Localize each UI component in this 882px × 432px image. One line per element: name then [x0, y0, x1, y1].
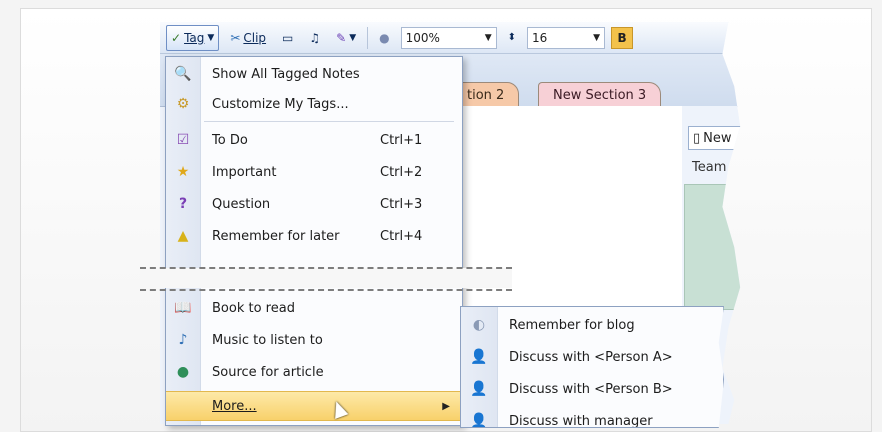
menu-item-label: Music to listen to	[212, 332, 323, 348]
pen-button[interactable]: ✎ ▼	[331, 25, 361, 51]
menu-item-source-for-article[interactable]: ● Source for article	[166, 357, 462, 387]
submenu-item-label: Remember for blog	[509, 317, 635, 333]
menu-item-label: Show All Tagged Notes	[212, 66, 360, 82]
zoom-step-button[interactable]: ⬍	[503, 25, 521, 51]
menu-item-label: More...	[212, 398, 257, 414]
submenu-item-label: Discuss with <Person A>	[509, 349, 673, 365]
tag-button-label: Tag	[184, 30, 205, 45]
clip-button-label: Clip	[243, 30, 267, 45]
zoom-step-icon: ⬍	[507, 32, 517, 43]
menu-item-question[interactable]: ? Question Ctrl+3	[166, 189, 462, 219]
toolbar-separator	[367, 26, 369, 49]
new-page-label: New	[703, 130, 732, 146]
menu-item-label: Source for article	[212, 364, 324, 380]
person-icon: 👤	[470, 413, 488, 428]
menu-item-label: Book to read	[212, 300, 295, 316]
menu-item-book-to-read[interactable]: 📖 Book to read	[166, 293, 462, 323]
menu-item-label: Remember for later	[212, 228, 340, 244]
submenu-item-label: Discuss with <Person B>	[509, 381, 673, 397]
menu-item-shortcut: Ctrl+4	[380, 228, 423, 244]
checkmark-icon: ✓	[171, 30, 182, 45]
blog-icon: ◐	[472, 317, 486, 333]
menu-item-label: Customize My Tags...	[212, 96, 349, 112]
chevron-down-icon[interactable]: ▼	[349, 33, 356, 43]
chevron-down-icon[interactable]: ▼	[207, 33, 214, 43]
checkbox-icon: ☑	[176, 132, 190, 148]
book-icon: 📖	[174, 300, 192, 316]
menu-item-label: Important	[212, 164, 277, 180]
submenu-arrow-icon: ▶	[442, 400, 450, 412]
music-note-icon: ♪	[178, 332, 188, 348]
source-icon: ●	[176, 364, 190, 380]
tag-button[interactable]: ✓ Tag ▼	[166, 24, 220, 51]
menu-item-label: Question	[212, 196, 271, 212]
toolbar: ✓ Tag ▼ ✂ Clip ▭ ♫ ✎ ▼ ● 100% ▼ ⬍ 16 ▼ B	[160, 22, 741, 54]
pen-icon: ✎	[336, 30, 347, 45]
menu-item-to-do[interactable]: ☑ To Do Ctrl+1	[166, 125, 462, 155]
menu-item-label: To Do	[212, 132, 248, 148]
help-button[interactable]: ●	[374, 25, 394, 51]
customize-tags-icon: ⚙	[176, 96, 190, 112]
clip-icon: ✂	[230, 30, 241, 45]
menu-item-customize-my-tags[interactable]: ⚙ Customize My Tags...	[166, 89, 462, 119]
menu-divider	[204, 121, 454, 122]
font-size-select[interactable]: 16 ▼	[527, 26, 606, 49]
tag-dropdown-menu: 🔍 Show All Tagged Notes ⚙ Customize My T…	[165, 56, 463, 426]
menu-item-more[interactable]: More... ▶	[166, 391, 462, 421]
question-icon: ?	[178, 196, 188, 212]
menu-item-shortcut: Ctrl+3	[380, 196, 423, 212]
bold-button[interactable]: B	[611, 26, 634, 49]
chevron-down-icon: ▼	[593, 32, 601, 43]
person-icon: 👤	[470, 349, 488, 365]
help-icon: ●	[379, 30, 390, 45]
audio-icon: ♫	[309, 30, 321, 45]
submenu-item-label: Discuss with manager	[509, 413, 653, 428]
tear-line-bottom	[140, 289, 512, 291]
tab-label: tion 2	[467, 87, 505, 103]
person-icon: 👤	[470, 381, 488, 397]
submenu-item-remember-for-blog[interactable]: ◐ Remember for blog	[461, 309, 723, 341]
font-size-value: 16	[532, 30, 548, 45]
menu-item-music-to-listen-to[interactable]: ♪ Music to listen to	[166, 325, 462, 355]
highlighter-icon: ▲	[177, 228, 189, 244]
more-tags-submenu: ◐ Remember for blog 👤 Discuss with <Pers…	[460, 306, 724, 428]
page-icon: ▯	[693, 130, 701, 146]
tear-line-top	[140, 267, 512, 269]
submenu-item-discuss-person-b[interactable]: 👤 Discuss with <Person B>	[461, 373, 723, 405]
submenu-item-discuss-with-manager[interactable]: 👤 Discuss with manager	[461, 405, 723, 428]
clip-button[interactable]: ✂ Clip	[225, 25, 271, 51]
zoom-value: 100%	[405, 30, 440, 45]
star-icon: ★	[176, 164, 190, 180]
menu-item-important[interactable]: ★ Important Ctrl+2	[166, 157, 462, 187]
more-icon	[174, 397, 192, 415]
menu-item-shortcut: Ctrl+2	[380, 164, 423, 180]
submenu-item-discuss-person-a[interactable]: 👤 Discuss with <Person A>	[461, 341, 723, 373]
screen-clipping-icon: ▭	[282, 30, 294, 45]
tagged-notes-icon: 🔍	[174, 66, 192, 82]
menu-item-shortcut: Ctrl+1	[380, 132, 423, 148]
tear-gap	[140, 268, 512, 288]
tab-label: New Section 3	[553, 87, 647, 103]
chevron-down-icon: ▼	[484, 32, 492, 43]
menu-item-show-all-tagged-notes[interactable]: 🔍 Show All Tagged Notes	[166, 59, 462, 89]
menu-item-remember-for-later[interactable]: ▲ Remember for later Ctrl+4	[166, 221, 462, 251]
zoom-select[interactable]: 100% ▼	[400, 26, 497, 49]
audio-button[interactable]: ♫	[304, 25, 325, 51]
screen-clipping-button[interactable]: ▭	[277, 25, 298, 51]
tab-new-section-3[interactable]: New Section 3	[538, 82, 662, 107]
